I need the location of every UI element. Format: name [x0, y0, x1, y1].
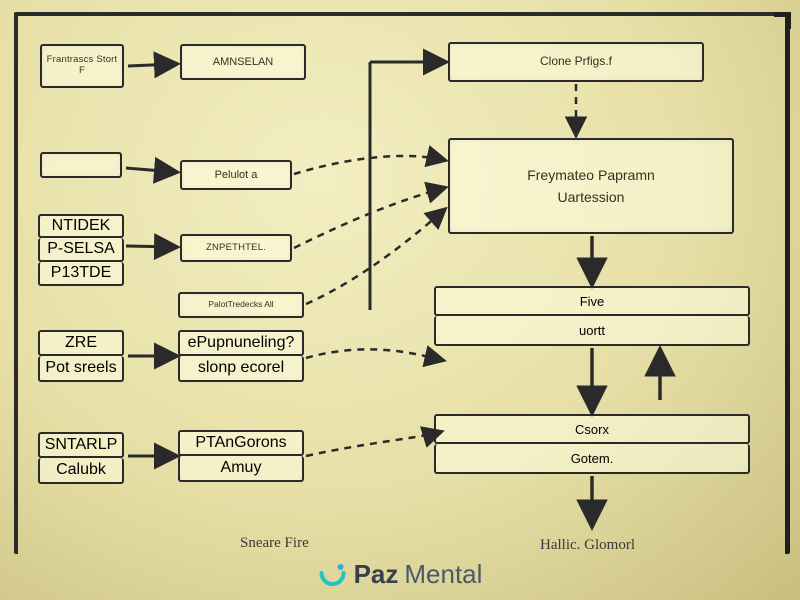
box-right-r2-line1: Freymateo Papramn: [527, 167, 655, 183]
box-mid-m4: PalotTredecks All: [178, 292, 304, 318]
box-left-row4b: Pot sreels: [38, 356, 124, 382]
watermark: PazMental: [318, 559, 483, 590]
box-mid-m7a: PTAnGorons: [178, 430, 304, 456]
box-right-r4a: Csorx: [434, 414, 750, 444]
box-left-row1: Frantrascs Stort F: [40, 44, 124, 88]
box-right-r2: Freymateo Papramn Uartession: [448, 138, 734, 234]
watermark-brand-p: Paz: [354, 559, 399, 590]
box-left-row4a: ZRE: [38, 330, 124, 356]
caption-left: Sneare Fire: [240, 535, 309, 552]
box-mid-m6: slonp ecorel: [178, 356, 304, 382]
box-right-r4b: Gotem.: [434, 444, 750, 474]
smile-icon: [318, 560, 348, 590]
box-mid-m2: Pelulot a: [180, 160, 292, 190]
caption-right: Hallic. Glomorl: [540, 537, 635, 554]
box-mid-m7b: Amuy: [178, 456, 304, 482]
box-right-r1: Clone Prfigs.f: [448, 42, 704, 82]
box-left-row2: [40, 152, 122, 178]
box-left-row3a: NTIDEK: [38, 214, 124, 238]
box-mid-m3: ZNPETHTEL.: [180, 234, 292, 262]
box-mid-m5: ePupnuneling?: [178, 330, 304, 356]
box-right-r3a: Five: [434, 286, 750, 316]
box-left-row5a: SNTARLP: [38, 432, 124, 458]
box-left-row5b: Calubk: [38, 458, 124, 484]
box-left-row3b: P-SELSA: [38, 238, 124, 262]
box-right-r3b: uortt: [434, 316, 750, 346]
box-mid-m1: AMNSELAN: [180, 44, 306, 80]
box-left-row3c: P13TDE: [38, 262, 124, 286]
box-right-r2-line2: Uartession: [558, 189, 625, 205]
watermark-brand-m: Mental: [404, 559, 482, 590]
